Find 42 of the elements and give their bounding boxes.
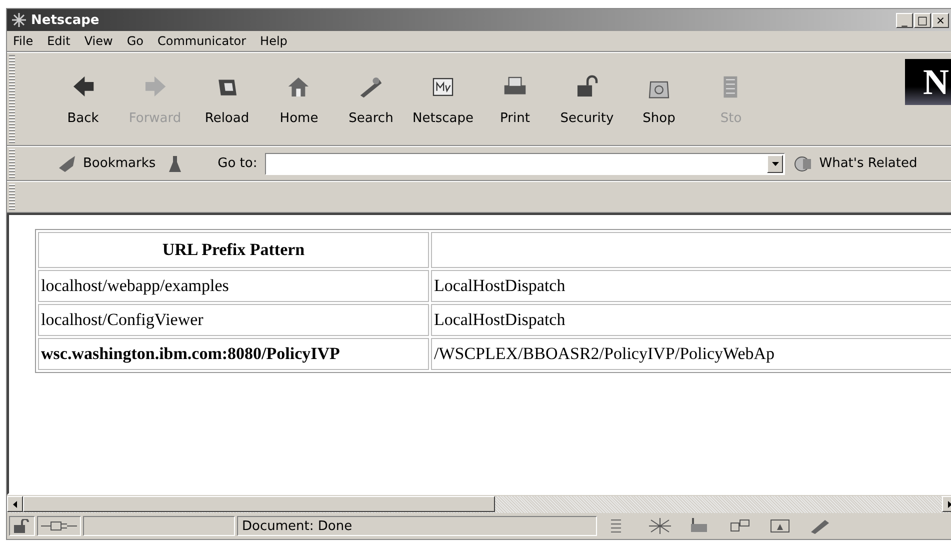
toolbar-button[interactable]: Security: [551, 72, 623, 126]
menu-item[interactable]: Communicator: [157, 34, 246, 48]
window-title: Netscape: [31, 12, 100, 28]
pen-icon[interactable]: [809, 518, 831, 534]
chat-icon[interactable]: [729, 518, 751, 534]
horizontal-scrollbar[interactable]: [7, 495, 951, 513]
table-cell: LocalHostDispatch: [430, 270, 951, 302]
composer-icon[interactable]: [769, 518, 791, 534]
toolbar-button[interactable]: Back: [47, 72, 119, 126]
navigator-icon[interactable]: [649, 518, 671, 534]
minimize-button[interactable]: _: [896, 12, 913, 28]
menu-item[interactable]: View: [84, 34, 113, 48]
table-cell: LocalHostDispatch: [430, 304, 951, 336]
menu-item[interactable]: File: [13, 34, 34, 48]
goto-label: Go to:: [218, 156, 258, 171]
logo: N: [905, 59, 951, 105]
app-icon: [11, 12, 27, 28]
table-cell: wsc.washington.ibm.com:8080/PolicyIVP: [38, 338, 429, 370]
scroll-thumb[interactable]: [23, 496, 495, 512]
menu-item[interactable]: Go: [126, 34, 144, 48]
column-header: URL Prefix Pattern: [38, 232, 429, 268]
table-cell: localhost/webapp/examples: [38, 270, 429, 302]
toolbar-button[interactable]: Reload: [191, 72, 263, 126]
menu-item[interactable]: Help: [260, 34, 288, 48]
toolbar-button[interactable]: Search: [335, 72, 407, 126]
menu-item[interactable]: Edit: [47, 34, 70, 48]
table-cell: /WSCPLEX/BBOASR2/PolicyIVP/PolicyWebAp: [430, 338, 951, 370]
toolbar-button[interactable]: Netscape: [407, 72, 479, 126]
toolbar-button[interactable]: Home: [263, 72, 335, 126]
dropdown-icon[interactable]: [767, 154, 784, 172]
whats-related-button[interactable]: What's Related: [793, 154, 918, 174]
toolbar-button[interactable]: Print: [479, 72, 551, 126]
toolbar-button[interactable]: Shop: [623, 72, 695, 126]
bookmarks-button[interactable]: Bookmarks: [57, 154, 156, 174]
plug-icon[interactable]: [41, 520, 77, 532]
padlock-icon[interactable]: [13, 519, 31, 533]
close-button[interactable]: ×: [932, 12, 949, 28]
location-field[interactable]: [265, 152, 786, 174]
maximize-button[interactable]: □: [914, 12, 931, 28]
status-text: Document: Done: [237, 516, 597, 536]
table-cell: localhost/ConfigViewer: [38, 304, 429, 336]
scroll-left-icon[interactable]: [7, 496, 23, 512]
